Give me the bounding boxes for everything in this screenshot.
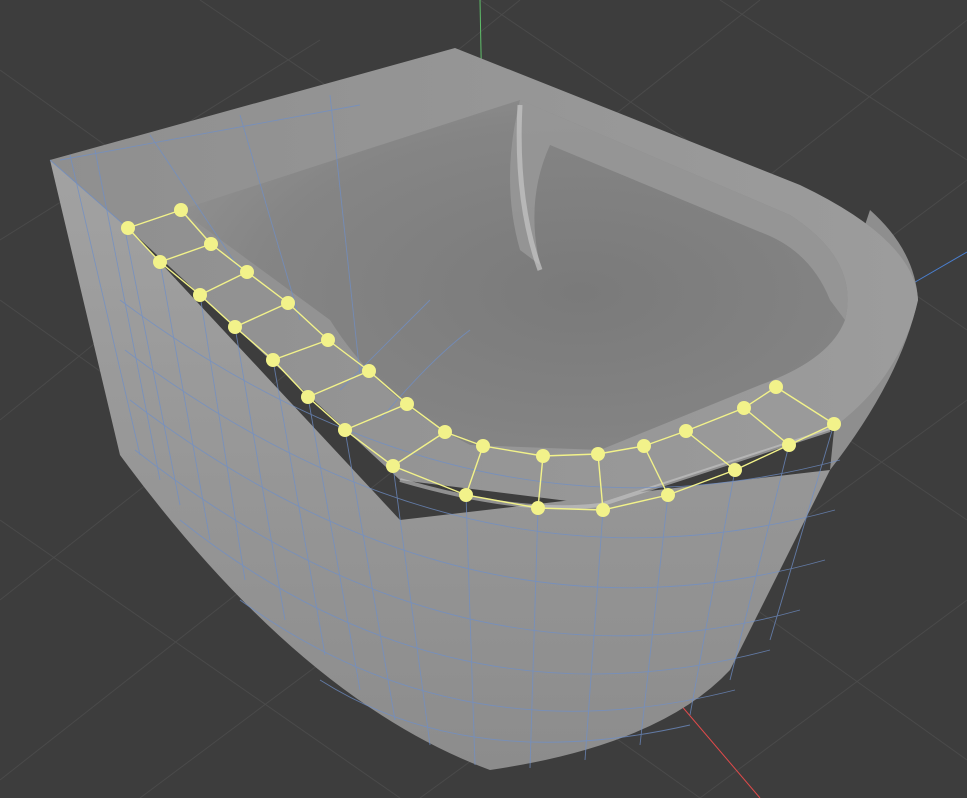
selected-vertex[interactable] — [204, 237, 218, 251]
selected-vertex[interactable] — [596, 503, 610, 517]
selected-vertex[interactable] — [400, 397, 414, 411]
selected-vertex[interactable] — [153, 255, 167, 269]
selected-vertex[interactable] — [266, 353, 280, 367]
selected-vertex[interactable] — [728, 463, 742, 477]
y-axis-line — [909, 251, 967, 286]
selected-vertex[interactable] — [637, 439, 651, 453]
selected-vertex[interactable] — [737, 401, 751, 415]
selected-vertex[interactable] — [228, 320, 242, 334]
selected-vertex[interactable] — [769, 380, 783, 394]
selected-vertex[interactable] — [240, 265, 254, 279]
selected-vertex[interactable] — [536, 449, 550, 463]
selected-vertex[interactable] — [438, 425, 452, 439]
selected-vertex[interactable] — [193, 288, 207, 302]
toilet-mesh[interactable] — [49, 48, 918, 770]
selected-vertex[interactable] — [679, 424, 693, 438]
selected-vertex[interactable] — [362, 364, 376, 378]
selected-vertex[interactable] — [321, 333, 335, 347]
selected-vertex[interactable] — [476, 439, 490, 453]
selected-vertex[interactable] — [531, 501, 545, 515]
3d-viewport[interactable] — [0, 0, 967, 798]
selected-vertex[interactable] — [281, 296, 295, 310]
selected-vertex[interactable] — [459, 488, 473, 502]
selected-vertex[interactable] — [338, 423, 352, 437]
viewport-canvas[interactable] — [0, 0, 967, 798]
selected-vertex[interactable] — [121, 221, 135, 235]
selected-vertex[interactable] — [782, 438, 796, 452]
selected-vertex[interactable] — [386, 459, 400, 473]
selected-vertex[interactable] — [301, 390, 315, 404]
selected-vertex[interactable] — [827, 417, 841, 431]
selected-vertex[interactable] — [661, 488, 675, 502]
selected-vertex[interactable] — [591, 447, 605, 461]
selected-vertex[interactable] — [174, 203, 188, 217]
